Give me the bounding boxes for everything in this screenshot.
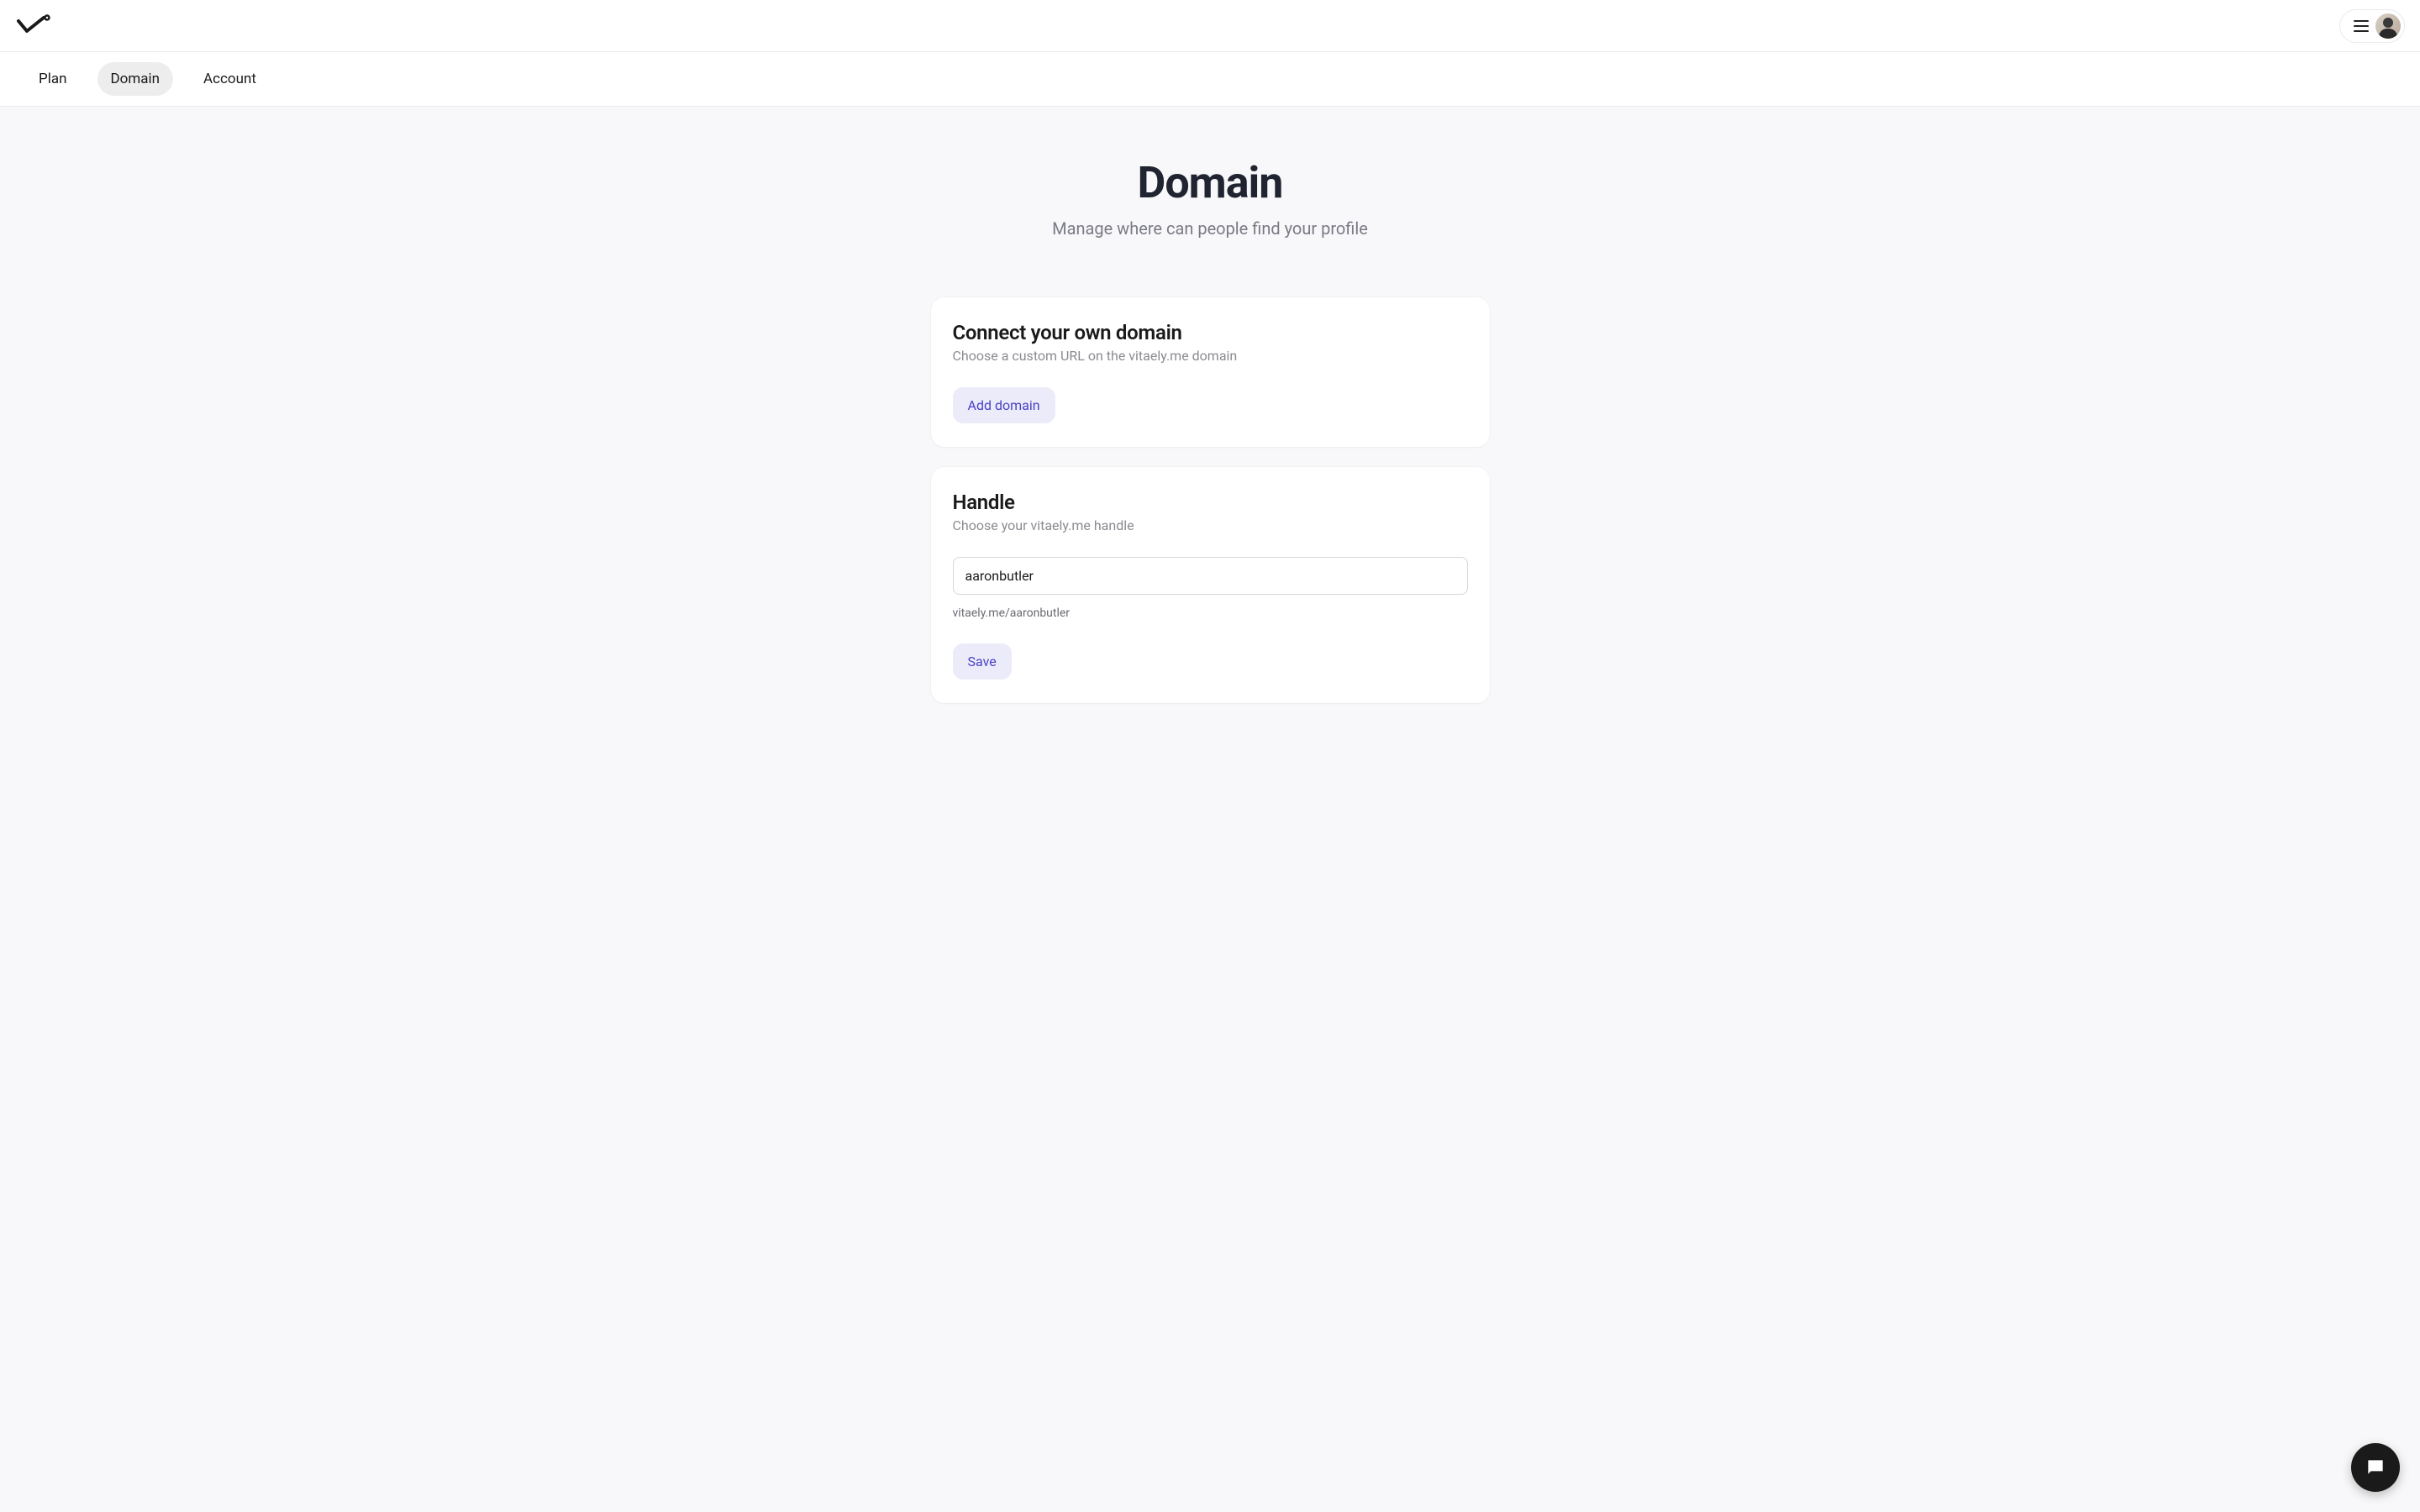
chat-widget-button[interactable] (2351, 1443, 2400, 1492)
main-content: Domain Manage where can people find your… (0, 107, 2420, 790)
header (0, 0, 2420, 52)
tabs-nav: Plan Domain Account (0, 52, 2420, 107)
handle-card-subtitle: Choose your vitaely.me handle (953, 517, 1468, 533)
tab-domain[interactable]: Domain (97, 62, 174, 96)
handle-card-title: Handle (953, 491, 1468, 514)
page-subtitle: Manage where can people find your profil… (1052, 218, 1368, 239)
add-domain-button[interactable]: Add domain (953, 387, 1055, 423)
logo[interactable] (15, 14, 52, 38)
connect-card-title: Connect your own domain (953, 321, 1468, 344)
save-button[interactable]: Save (953, 643, 1012, 680)
handle-helper-text: vitaely.me/aaronbutler (953, 606, 1468, 620)
connect-card-subtitle: Choose a custom URL on the vitaely.me do… (953, 348, 1468, 364)
user-menu[interactable] (2339, 9, 2405, 43)
handle-card: Handle Choose your vitaely.me handle vit… (931, 467, 1490, 703)
chat-icon (2365, 1457, 2386, 1478)
tab-account[interactable]: Account (190, 62, 270, 96)
tab-plan[interactable]: Plan (25, 62, 81, 96)
page-title: Domain (1138, 157, 1283, 208)
menu-icon (2350, 17, 2375, 35)
handle-input[interactable] (953, 557, 1468, 595)
avatar (2375, 13, 2401, 39)
connect-domain-card: Connect your own domain Choose a custom … (931, 297, 1490, 447)
